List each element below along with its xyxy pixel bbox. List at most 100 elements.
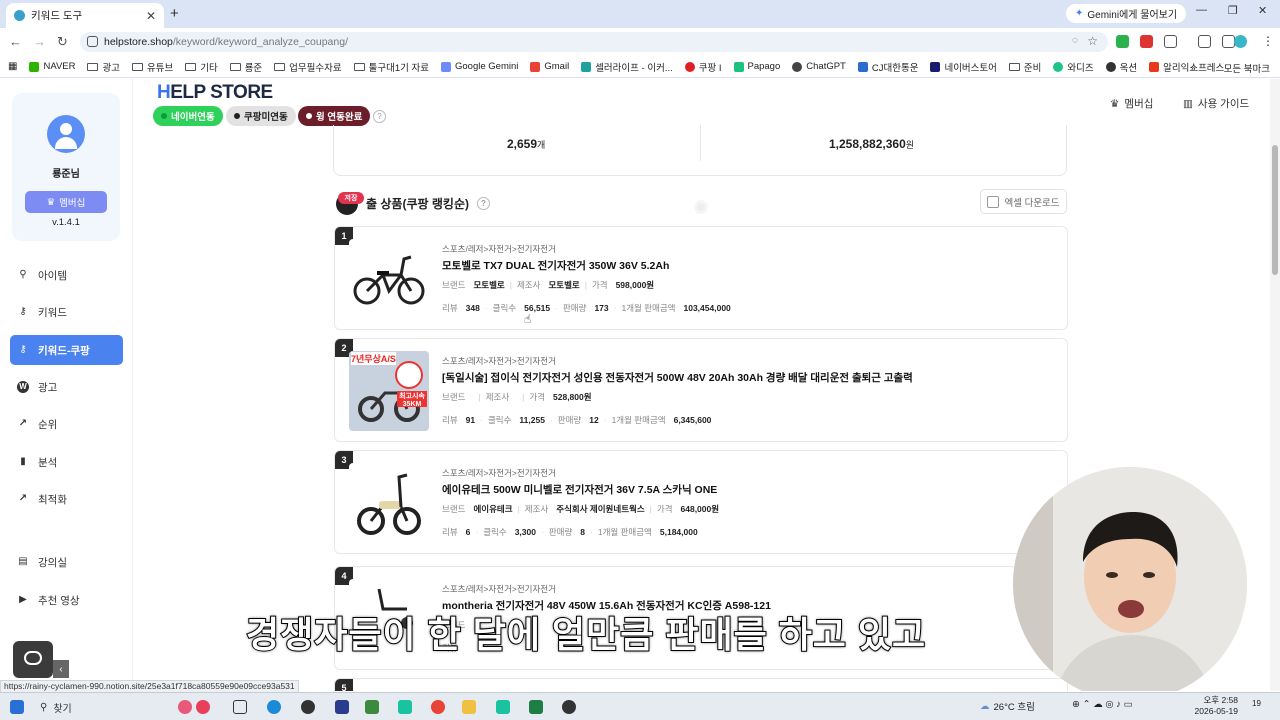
tab-search-icon[interactable] (1198, 35, 1211, 48)
edge-icon[interactable] (267, 700, 281, 714)
page-scrollbar[interactable] (1270, 79, 1280, 691)
sidebar-item-ads[interactable]: W 광고 (10, 372, 123, 402)
forward-button[interactable]: → (33, 34, 46, 49)
bookmark-star-icon[interactable]: ☆ (1087, 34, 1098, 48)
app-icon[interactable] (335, 700, 349, 714)
bookmark-item[interactable]: ChatGPT (792, 61, 846, 72)
app-icon[interactable] (398, 700, 412, 714)
extensions-puzzle-icon[interactable] (1164, 35, 1177, 48)
taskbar-search[interactable]: ⚲ 찾기 (40, 700, 72, 715)
folder-icon (87, 62, 99, 71)
scrollbar-thumb[interactable] (1272, 145, 1278, 275)
help-icon[interactable]: ? (373, 110, 386, 123)
extension-icon[interactable] (1140, 35, 1153, 48)
product-card[interactable]: 1 스포츠/레저>자전거>전기자전거 모토벨로 TX7 DUAL 전기자전거 3… (334, 226, 1068, 330)
bookmark-folder[interactable]: 툴구대1기 자료 (353, 60, 429, 74)
user-guide-link[interactable]: ▥ 사용 가이드 (1183, 96, 1249, 111)
bookmark-item[interactable]: 쿠팡 I (684, 60, 722, 74)
status-dot-icon (306, 113, 312, 119)
windows-start-icon[interactable] (10, 700, 24, 714)
app-icon[interactable] (496, 700, 510, 714)
membership-button[interactable]: ♛ 멤버십 (25, 191, 107, 213)
section-title: 출 상품(쿠팡 랭킹순)? (346, 195, 490, 212)
window-close-button[interactable]: ✕ (1258, 4, 1267, 17)
minimize-button[interactable]: — (1196, 4, 1207, 16)
bookmark-folder[interactable]: 준비 (1008, 60, 1041, 74)
product-image[interactable] (349, 239, 429, 319)
reload-button[interactable]: ↻ (57, 34, 68, 50)
key-icon: ⚷ (19, 344, 27, 355)
clock[interactable]: 오후 2:58 2026-05-19 (1190, 695, 1238, 717)
bookmark-item[interactable]: 와디즈 (1053, 60, 1094, 74)
bookmark-folder[interactable]: 룡준 (229, 60, 262, 74)
sidebar-item-analysis[interactable]: ▮ 분석 (10, 447, 123, 477)
chat-button[interactable] (13, 641, 53, 678)
sidebar-item-keyword-coupang[interactable]: ⚷ 키워드-쿠팡 (10, 335, 123, 365)
extension-icon[interactable] (1116, 35, 1129, 48)
site-info-icon[interactable] (87, 36, 98, 47)
product-title[interactable]: [독일시술] 접이식 전기자전거 성인용 전동자전거 500W 48V 20Ah… (442, 370, 913, 385)
product-count: 2,659개 (507, 137, 546, 151)
obs-icon[interactable] (301, 700, 315, 714)
product-card[interactable]: 5 (334, 678, 1068, 691)
browser-tab[interactable]: 키워드 도구 ✕ (6, 3, 164, 28)
sidebar-item-item[interactable]: ⚲ 아이템 (10, 260, 123, 290)
collapse-chevron-icon[interactable]: ‹ (53, 660, 69, 678)
help-store-logo[interactable]: HELP STORE (157, 82, 273, 104)
trend-icon: ↗ (18, 418, 28, 429)
app-icon[interactable] (562, 700, 576, 714)
membership-link[interactable]: ♛ 멤버십 (1110, 96, 1153, 111)
new-tab-button[interactable]: + (170, 5, 179, 22)
notification-badge[interactable]: 19 (1252, 699, 1261, 708)
coupang-link-status[interactable]: 쿠팡미연동 (226, 106, 296, 126)
bookmark-item[interactable]: Google Gemini (441, 61, 518, 72)
product-card[interactable]: 2 7년무상A/S 최고시속 35KM 스포츠/레저>자전거>전기자전거 [독일… (334, 338, 1068, 442)
gemini-button[interactable]: ✦ Gemini에게 물어보기 (1066, 4, 1187, 23)
bookmark-item[interactable]: 네이버스토어 (930, 60, 997, 74)
product-title[interactable]: 모토벨로 TX7 DUAL 전기자전거 350W 36V 5.2Ah (442, 258, 669, 273)
product-image[interactable]: 7년무상A/S 최고시속 35KM (349, 351, 429, 431)
more-chevron-icon[interactable]: » (1190, 63, 1195, 74)
excel-icon[interactable] (529, 700, 543, 714)
bookmark-item[interactable]: Gmail (530, 61, 569, 72)
back-button[interactable]: ← (9, 34, 22, 49)
sidebar-item-lectures[interactable]: ▤ 강의실 (10, 547, 123, 577)
maximize-button[interactable]: ❐ (1228, 4, 1238, 17)
search-icon: ⚲ (19, 269, 27, 280)
bookmark-folder[interactable]: 기타 (185, 60, 218, 74)
bookmark-folder[interactable]: 광고 (87, 60, 120, 74)
task-view-icon[interactable] (233, 700, 247, 714)
chat-bubble-icon (24, 651, 42, 665)
sidebar-item-rank[interactable]: ↗ 순위 (10, 409, 123, 439)
help-icon[interactable]: ? (476, 197, 490, 210)
bookmark-item[interactable]: CJ대한통운 (857, 60, 918, 74)
sidebar-item-videos[interactable]: ▶ 추천 영상 (10, 585, 123, 615)
product-image[interactable] (349, 463, 429, 543)
bookmark-folder[interactable]: 유튜브 (131, 60, 173, 74)
system-tray-icons[interactable]: ⊕ ⌃ ☁ ◎ ♪ ▭ (1072, 699, 1133, 710)
file-explorer-icon[interactable] (462, 700, 476, 714)
bookmark-item[interactable]: Papago (733, 61, 780, 72)
tab-close-icon[interactable]: ✕ (146, 9, 156, 23)
all-bookmarks[interactable]: » 모든 북마크 (1190, 61, 1270, 76)
sidebar-item-optimize[interactable]: ↗ 최적화 (10, 484, 123, 514)
product-title[interactable]: 에이유테크 500W 미니벨로 전기자전거 36V 7.5A 스카닉 ONE (442, 482, 717, 497)
bookmark-item[interactable]: NAVER (29, 61, 75, 72)
chrome-icon[interactable] (431, 700, 445, 714)
profile-avatar[interactable] (1234, 35, 1247, 48)
bookmark-item[interactable]: 옥션 (1105, 60, 1137, 74)
bookmark-folder[interactable]: 업무필수자료 (274, 60, 342, 74)
eye-off-icon[interactable]: ◌ (1072, 35, 1078, 46)
excel-download-button[interactable]: 엑셀 다운로드 (980, 189, 1067, 214)
wing-link-status[interactable]: 윙 연동완료 (298, 106, 371, 126)
bookmark-item[interactable]: 셀러라이프 - 이커... (581, 60, 673, 74)
sellerlife-icon (581, 61, 592, 72)
apps-grid-icon[interactable]: ▦ (8, 61, 17, 72)
product-card[interactable]: 3 스포츠/레저>자전거>전기자전거 에이유테크 500W 미니벨로 전기자전거… (334, 450, 1068, 554)
weather-widget[interactable]: ☁ 26°C 흐림 (980, 699, 1035, 714)
chrome-menu-icon[interactable]: ⋮ (1262, 34, 1274, 48)
url-input[interactable]: helpstore.shop/keyword/keyword_analyze_c… (80, 32, 1108, 52)
app-icon[interactable] (365, 700, 379, 714)
sidebar-item-keyword[interactable]: ⚷ 키워드 (10, 297, 123, 327)
naver-link-status[interactable]: 네이버연동 (153, 106, 223, 126)
